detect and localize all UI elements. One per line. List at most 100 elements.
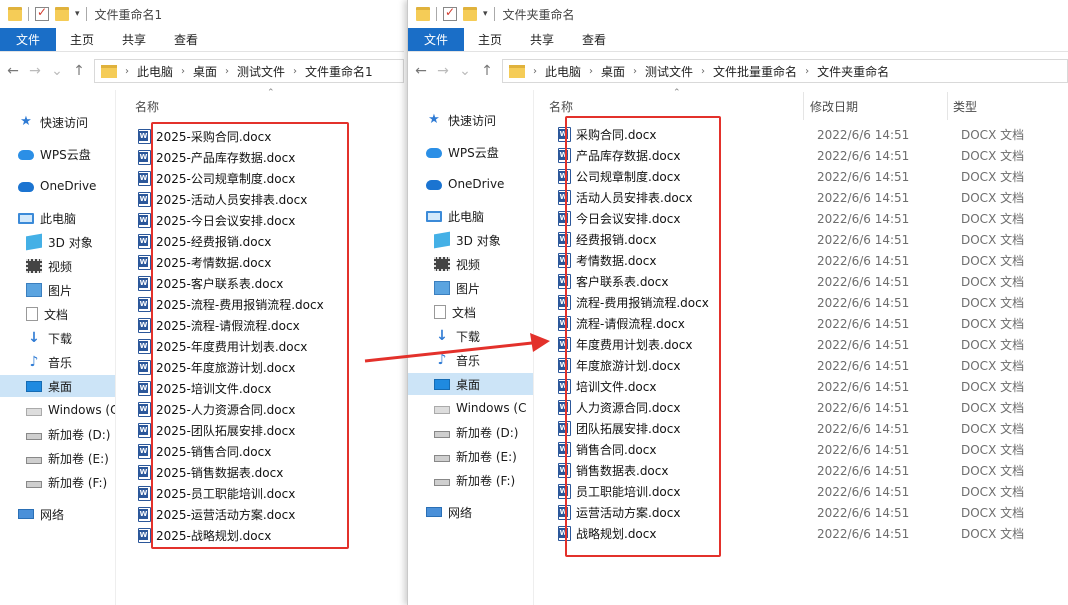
up-arrow-icon[interactable]: ↑ bbox=[72, 63, 86, 79]
file-row[interactable]: 2025-运营活动方案.docx bbox=[117, 504, 404, 525]
tab-share[interactable]: 共享 bbox=[516, 28, 568, 51]
chevron-right-icon[interactable]: › bbox=[633, 66, 637, 77]
column-header-name[interactable]: 名称 bbox=[549, 98, 573, 115]
file-row[interactable]: 2025-培训文件.docx bbox=[117, 378, 404, 399]
file-row[interactable]: 2025-经费报销.docx bbox=[117, 231, 404, 252]
nav-item[interactable]: 桌面 bbox=[0, 375, 115, 397]
forward-arrow-icon[interactable]: → bbox=[28, 63, 42, 79]
nav-item[interactable]: WPS云盘 bbox=[0, 143, 115, 165]
nav-item[interactable]: 新加卷 (E:) bbox=[408, 445, 533, 467]
file-row[interactable]: 2025-公司规章制度.docx bbox=[117, 168, 404, 189]
breadcrumb-item[interactable]: 文件重命名1 bbox=[305, 63, 373, 80]
nav-item[interactable]: 新加卷 (E:) bbox=[0, 447, 115, 469]
tab-view[interactable]: 查看 bbox=[160, 28, 212, 51]
file-row[interactable]: 培训文件.docx 2022/6/6 14:51 DOCX 文档 bbox=[535, 376, 1068, 397]
chevron-down-icon[interactable]: ▾ bbox=[483, 9, 488, 19]
new-folder-icon[interactable] bbox=[55, 7, 69, 21]
breadcrumb-item[interactable]: 测试文件 bbox=[645, 63, 693, 80]
nav-item[interactable]: 新加卷 (F:) bbox=[408, 469, 533, 491]
nav-item[interactable]: 图片 bbox=[0, 279, 115, 301]
file-row[interactable]: 2025-销售数据表.docx bbox=[117, 462, 404, 483]
nav-item[interactable]: 桌面 bbox=[408, 373, 533, 395]
file-row[interactable]: 2025-流程-费用报销流程.docx bbox=[117, 294, 404, 315]
forward-arrow-icon[interactable]: → bbox=[436, 63, 450, 79]
file-row[interactable]: 2025-客户联系表.docx bbox=[117, 273, 404, 294]
tab-home[interactable]: 主页 bbox=[56, 28, 108, 51]
up-arrow-icon[interactable]: ↑ bbox=[480, 63, 494, 79]
file-row[interactable]: 公司规章制度.docx 2022/6/6 14:51 DOCX 文档 bbox=[535, 166, 1068, 187]
file-row[interactable]: 考情数据.docx 2022/6/6 14:51 DOCX 文档 bbox=[535, 250, 1068, 271]
properties-check-icon[interactable] bbox=[35, 5, 49, 21]
breadcrumb-item[interactable]: 文件夹重命名 bbox=[817, 63, 889, 80]
breadcrumb-item[interactable]: 此电脑 bbox=[545, 63, 581, 80]
nav-item[interactable]: 新加卷 (D:) bbox=[0, 423, 115, 445]
nav-item[interactable]: OneDrive bbox=[0, 175, 115, 197]
nav-item[interactable]: 此电脑 bbox=[0, 207, 115, 229]
nav-item[interactable]: 新加卷 (D:) bbox=[408, 421, 533, 443]
column-header-date[interactable]: 修改日期 bbox=[810, 98, 858, 115]
tab-home[interactable]: 主页 bbox=[464, 28, 516, 51]
chevron-right-icon[interactable]: › bbox=[589, 66, 593, 77]
file-row[interactable]: 战略规划.docx 2022/6/6 14:51 DOCX 文档 bbox=[535, 523, 1068, 544]
new-folder-icon[interactable] bbox=[463, 7, 477, 21]
tab-file[interactable]: 文件 bbox=[408, 28, 465, 51]
file-row[interactable]: 2025-人力资源合同.docx bbox=[117, 399, 404, 420]
properties-check-icon[interactable] bbox=[443, 5, 457, 21]
file-row[interactable]: 2025-产品库存数据.docx bbox=[117, 147, 404, 168]
breadcrumb-item[interactable]: 此电脑 bbox=[137, 63, 173, 80]
breadcrumb-item[interactable]: 文件批量重命名 bbox=[713, 63, 797, 80]
file-row[interactable]: 2025-考情数据.docx bbox=[117, 252, 404, 273]
file-row[interactable]: 销售合同.docx 2022/6/6 14:51 DOCX 文档 bbox=[535, 439, 1068, 460]
file-row[interactable]: 产品库存数据.docx 2022/6/6 14:51 DOCX 文档 bbox=[535, 145, 1068, 166]
nav-item[interactable]: 此电脑 bbox=[408, 205, 533, 227]
file-row[interactable]: 2025-今日会议安排.docx bbox=[117, 210, 404, 231]
chevron-right-icon[interactable]: › bbox=[225, 66, 229, 77]
nav-item[interactable]: 视频 bbox=[408, 253, 533, 275]
column-divider[interactable] bbox=[947, 92, 948, 120]
file-row[interactable]: 年度旅游计划.docx 2022/6/6 14:51 DOCX 文档 bbox=[535, 355, 1068, 376]
file-row[interactable]: 流程-费用报销流程.docx 2022/6/6 14:51 DOCX 文档 bbox=[535, 292, 1068, 313]
nav-item[interactable]: 网络 bbox=[0, 503, 115, 525]
file-row[interactable]: 销售数据表.docx 2022/6/6 14:51 DOCX 文档 bbox=[535, 460, 1068, 481]
breadcrumb-item[interactable]: 测试文件 bbox=[237, 63, 285, 80]
breadcrumb-item[interactable]: 桌面 bbox=[601, 63, 625, 80]
file-row[interactable]: 经费报销.docx 2022/6/6 14:51 DOCX 文档 bbox=[535, 229, 1068, 250]
file-row[interactable]: 年度费用计划表.docx 2022/6/6 14:51 DOCX 文档 bbox=[535, 334, 1068, 355]
breadcrumb-item[interactable]: 桌面 bbox=[193, 63, 217, 80]
nav-item[interactable]: ★ 快速访问 bbox=[0, 111, 115, 133]
chevron-down-icon[interactable]: ▾ bbox=[75, 9, 80, 19]
file-row[interactable]: 2025-团队拓展安排.docx bbox=[117, 420, 404, 441]
nav-item[interactable]: 网络 bbox=[408, 501, 533, 523]
file-row[interactable]: 今日会议安排.docx 2022/6/6 14:51 DOCX 文档 bbox=[535, 208, 1068, 229]
tab-share[interactable]: 共享 bbox=[108, 28, 160, 51]
chevron-right-icon[interactable]: › bbox=[125, 66, 129, 77]
file-row[interactable]: 人力资源合同.docx 2022/6/6 14:51 DOCX 文档 bbox=[535, 397, 1068, 418]
file-row[interactable]: 流程-请假流程.docx 2022/6/6 14:51 DOCX 文档 bbox=[535, 313, 1068, 334]
file-row[interactable]: 员工职能培训.docx 2022/6/6 14:51 DOCX 文档 bbox=[535, 481, 1068, 502]
chevron-right-icon[interactable]: › bbox=[805, 66, 809, 77]
file-row[interactable]: 活动人员安排表.docx 2022/6/6 14:51 DOCX 文档 bbox=[535, 187, 1068, 208]
file-row[interactable]: 2025-年度费用计划表.docx bbox=[117, 336, 404, 357]
tab-file[interactable]: 文件 bbox=[0, 28, 57, 51]
file-row[interactable]: 2025-流程-请假流程.docx bbox=[117, 315, 404, 336]
nav-item[interactable]: WPS云盘 bbox=[408, 141, 533, 163]
nav-item[interactable]: 图片 bbox=[408, 277, 533, 299]
recent-chevron-icon[interactable]: ⌄ bbox=[458, 63, 472, 79]
nav-item[interactable]: 文档 bbox=[408, 301, 533, 323]
sort-ascending-icon[interactable]: ⌃ bbox=[673, 88, 681, 98]
nav-item[interactable]: Windows (C bbox=[408, 397, 533, 419]
chevron-right-icon[interactable]: › bbox=[533, 66, 537, 77]
column-header-type[interactable]: 类型 bbox=[953, 98, 977, 115]
nav-item[interactable]: 3D 对象 bbox=[0, 231, 115, 253]
back-arrow-icon[interactable]: ← bbox=[414, 63, 428, 79]
file-row[interactable]: 团队拓展安排.docx 2022/6/6 14:51 DOCX 文档 bbox=[535, 418, 1068, 439]
address-bar[interactable]: › 此电脑 › 桌面 › 测试文件 › 文件批量重命名 › 文件夹重命名 bbox=[502, 59, 1068, 83]
chevron-right-icon[interactable]: › bbox=[293, 66, 297, 77]
file-row[interactable]: 运营活动方案.docx 2022/6/6 14:51 DOCX 文档 bbox=[535, 502, 1068, 523]
nav-item[interactable]: ★ 快速访问 bbox=[408, 109, 533, 131]
file-row[interactable]: 2025-员工职能培训.docx bbox=[117, 483, 404, 504]
nav-item[interactable]: 新加卷 (F:) bbox=[0, 471, 115, 493]
nav-item[interactable]: OneDrive bbox=[408, 173, 533, 195]
file-row[interactable]: 2025-战略规划.docx bbox=[117, 525, 404, 546]
file-row[interactable]: 2025-采购合同.docx bbox=[117, 126, 404, 147]
